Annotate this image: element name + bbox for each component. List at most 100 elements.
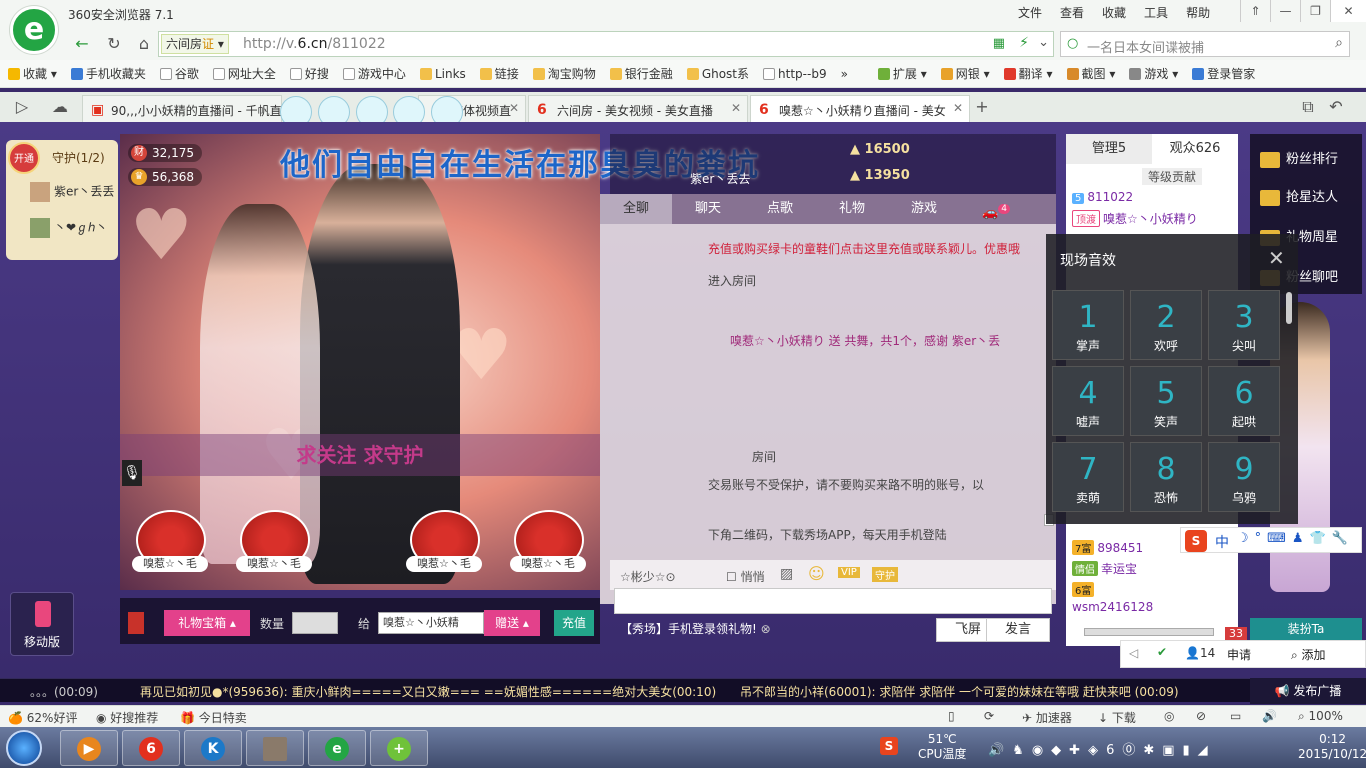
send-message-button[interactable]: 发言 <box>986 618 1050 642</box>
bookmark-links[interactable]: Links <box>419 67 466 81</box>
sfx-key-hype[interactable]: 6 起哄 <box>1208 366 1280 436</box>
refresh-icon[interactable]: ⟳ <box>984 709 994 723</box>
start-button[interactable] <box>6 730 42 766</box>
bookmark-ghost[interactable]: Ghost系 <box>686 65 749 82</box>
taskbar-media-player[interactable]: ▶ <box>60 730 118 766</box>
bookmark-google[interactable]: 谷歌 <box>159 65 199 82</box>
cpu-temperature[interactable]: 51℃ CPU温度 <box>918 732 966 762</box>
sogou-tray-icon[interactable]: S <box>880 737 898 755</box>
close-promo-icon[interactable]: ⊗ <box>761 622 771 636</box>
mobile-version-button[interactable]: 移动版 <box>10 592 74 656</box>
refresh-icon[interactable]: ↻ <box>104 34 124 54</box>
menu-tools[interactable]: 工具 <box>1144 4 1168 21</box>
bookmark-haosou[interactable]: 好搜 <box>289 65 329 82</box>
check-icon[interactable]: ✔ <box>1157 645 1167 659</box>
guard-member[interactable]: 丶❤ℊℎ丶 <box>30 218 116 242</box>
tray-icons[interactable]: 🔊♞◉◆✚◈6⓪✱▣▮◢ <box>988 739 1216 758</box>
tab-admins[interactable]: 管理5 <box>1066 134 1152 164</box>
guard-icon[interactable]: 守护 <box>872 567 898 582</box>
ime-mode[interactable]: 中 <box>1215 532 1229 552</box>
chat-input[interactable] <box>614 588 1052 614</box>
taskbar-360-browser[interactable]: e <box>308 730 366 766</box>
vip-icon[interactable]: VIP <box>838 567 860 578</box>
menu-favorites[interactable]: 收藏 <box>1102 4 1126 21</box>
sfx-key-cute[interactable]: 7 卖萌 <box>1052 442 1124 512</box>
tab-viewers[interactable]: 观众626 <box>1152 134 1238 164</box>
sfx-key-crow[interactable]: 9 乌鸦 <box>1208 442 1280 512</box>
menu-file[interactable]: 文件 <box>1018 4 1042 21</box>
promo-text[interactable]: 【秀场】手机登录领礼物! ⊗ <box>620 620 771 637</box>
search-engine-icon[interactable]: ○ <box>1067 36 1078 51</box>
taskbar-photo[interactable] <box>246 730 304 766</box>
window-icon[interactable]: ▭ <box>1230 709 1241 723</box>
tab-6cn-room[interactable]: 6 嗅惹☆丶小妖精り直播间 - 美女 ✕ <box>750 95 970 122</box>
home-icon[interactable]: ⌂ <box>134 34 154 54</box>
ext-translate[interactable]: 翻译 ▾ <box>1003 65 1053 82</box>
tab-qianfan[interactable]: ▣ 90,,,小小妖精的直播间 - 千帆直 <box>82 95 282 122</box>
ext-bank[interactable]: 网银 ▾ <box>940 65 990 82</box>
gift-category-icon[interactable] <box>128 612 144 634</box>
viewer-row[interactable]: wsm2416128 <box>1072 600 1153 614</box>
search-icon[interactable]: ⌕ <box>1335 35 1343 51</box>
close-button[interactable]: ✕ <box>1330 0 1366 22</box>
viewer-row[interactable]: 7富 898451 <box>1072 540 1143 555</box>
url-text[interactable]: http://v.6.cn/811022 <box>243 36 386 52</box>
quantity-input[interactable] <box>292 612 338 634</box>
viewer-row[interactable]: 5 811022 <box>1072 190 1133 204</box>
accelerator-button[interactable]: ✈ 加速器 <box>1022 709 1072 726</box>
tab-all[interactable]: 全聊 <box>600 194 672 224</box>
taskbar-360-safe[interactable]: + <box>370 730 428 766</box>
image-icon[interactable]: ▨ <box>780 566 793 582</box>
scrollbar-handle[interactable] <box>1286 292 1292 324</box>
sogou-icon[interactable]: S <box>1185 530 1207 552</box>
nickname-selector[interactable]: ☆彬少☆⊙ <box>620 568 676 585</box>
sfx-key-applause[interactable]: 1 掌声 <box>1052 290 1124 360</box>
tab-6cn-home[interactable]: 6 六间房 - 美女视频 - 美女直播 ✕ <box>528 95 748 122</box>
tab-car[interactable]: 🚗 4 <box>960 194 1032 224</box>
dress-up-button[interactable]: 装扮Ta <box>1250 618 1362 640</box>
ext-screenshot[interactable]: 截图 ▾ <box>1066 65 1115 82</box>
viewer-row[interactable]: 情侣 幸运宝 <box>1072 560 1137 577</box>
close-tab-icon[interactable]: ✕ <box>731 101 741 115</box>
new-tab-icon[interactable]: + <box>972 97 992 117</box>
tab-list-icon[interactable]: ⧉ <box>1298 97 1318 117</box>
zoom-control[interactable]: ⌕ 100% <box>1298 709 1343 724</box>
ext-games[interactable]: 游戏 ▾ <box>1129 65 1178 82</box>
bookmark-http[interactable]: http--b9 <box>763 67 827 81</box>
ext-extensions[interactable]: 扩展 ▾ <box>877 65 927 82</box>
gift-box-button[interactable]: 礼物宝箱 ▴ <box>164 610 250 636</box>
tab-games[interactable]: 游戏 <box>888 194 960 224</box>
download-button[interactable]: ↓ 下载 <box>1098 709 1136 726</box>
undo-icon[interactable]: ↶ <box>1326 97 1346 117</box>
browser-icon[interactable]: ◎ <box>1164 709 1174 723</box>
whisper-checkbox[interactable]: ☐ 悄悄 <box>726 568 765 585</box>
rating-button[interactable]: 🍊 62%好评 <box>8 709 77 726</box>
send-gift-button[interactable]: 赠送 ▴ <box>484 610 540 636</box>
user-count[interactable]: 👤14 <box>1185 646 1215 660</box>
cloud-icon[interactable]: ☁ <box>50 97 70 117</box>
add-button[interactable]: ⌕ 添加 <box>1291 646 1326 663</box>
sfx-key-horror[interactable]: 8 恐怖 <box>1130 442 1202 512</box>
tab-songs[interactable]: 点歌 <box>744 194 816 224</box>
tab-chat[interactable]: 聊天 <box>672 194 744 224</box>
minimize-button[interactable]: — <box>1270 0 1300 22</box>
sfx-key-cheer[interactable]: 2 欢呼 <box>1130 290 1202 360</box>
bookmark-lianjie[interactable]: 链接 <box>479 65 519 82</box>
skin-icon[interactable]: ⇑ <box>1240 0 1270 22</box>
microphone-icon[interactable]: 🎙 <box>122 460 142 486</box>
apply-button[interactable]: 申请 <box>1227 646 1251 663</box>
recharge-button[interactable]: 充值 <box>554 610 594 636</box>
phone-icon[interactable]: ▯ <box>948 709 955 723</box>
tab-gifts[interactable]: 礼物 <box>816 194 888 224</box>
adblock-icon[interactable]: ⊘ <box>1196 709 1206 723</box>
horizontal-scrollbar[interactable] <box>1084 628 1214 636</box>
publish-broadcast-button[interactable]: 📢 发布广播 <box>1250 678 1366 704</box>
close-tab-icon[interactable]: ✕ <box>953 101 963 115</box>
taskbar-k[interactable]: K <box>184 730 242 766</box>
sfx-key-scream[interactable]: 3 尖叫 <box>1208 290 1280 360</box>
top-user[interactable]: 紫er丶丢去 <box>690 170 750 187</box>
taskbar-6cn[interactable]: 6 <box>122 730 180 766</box>
browser-logo-icon[interactable]: e <box>10 6 58 54</box>
bookmark-sites[interactable]: 网址大全 <box>212 65 276 82</box>
back-icon[interactable]: ← <box>72 34 92 54</box>
